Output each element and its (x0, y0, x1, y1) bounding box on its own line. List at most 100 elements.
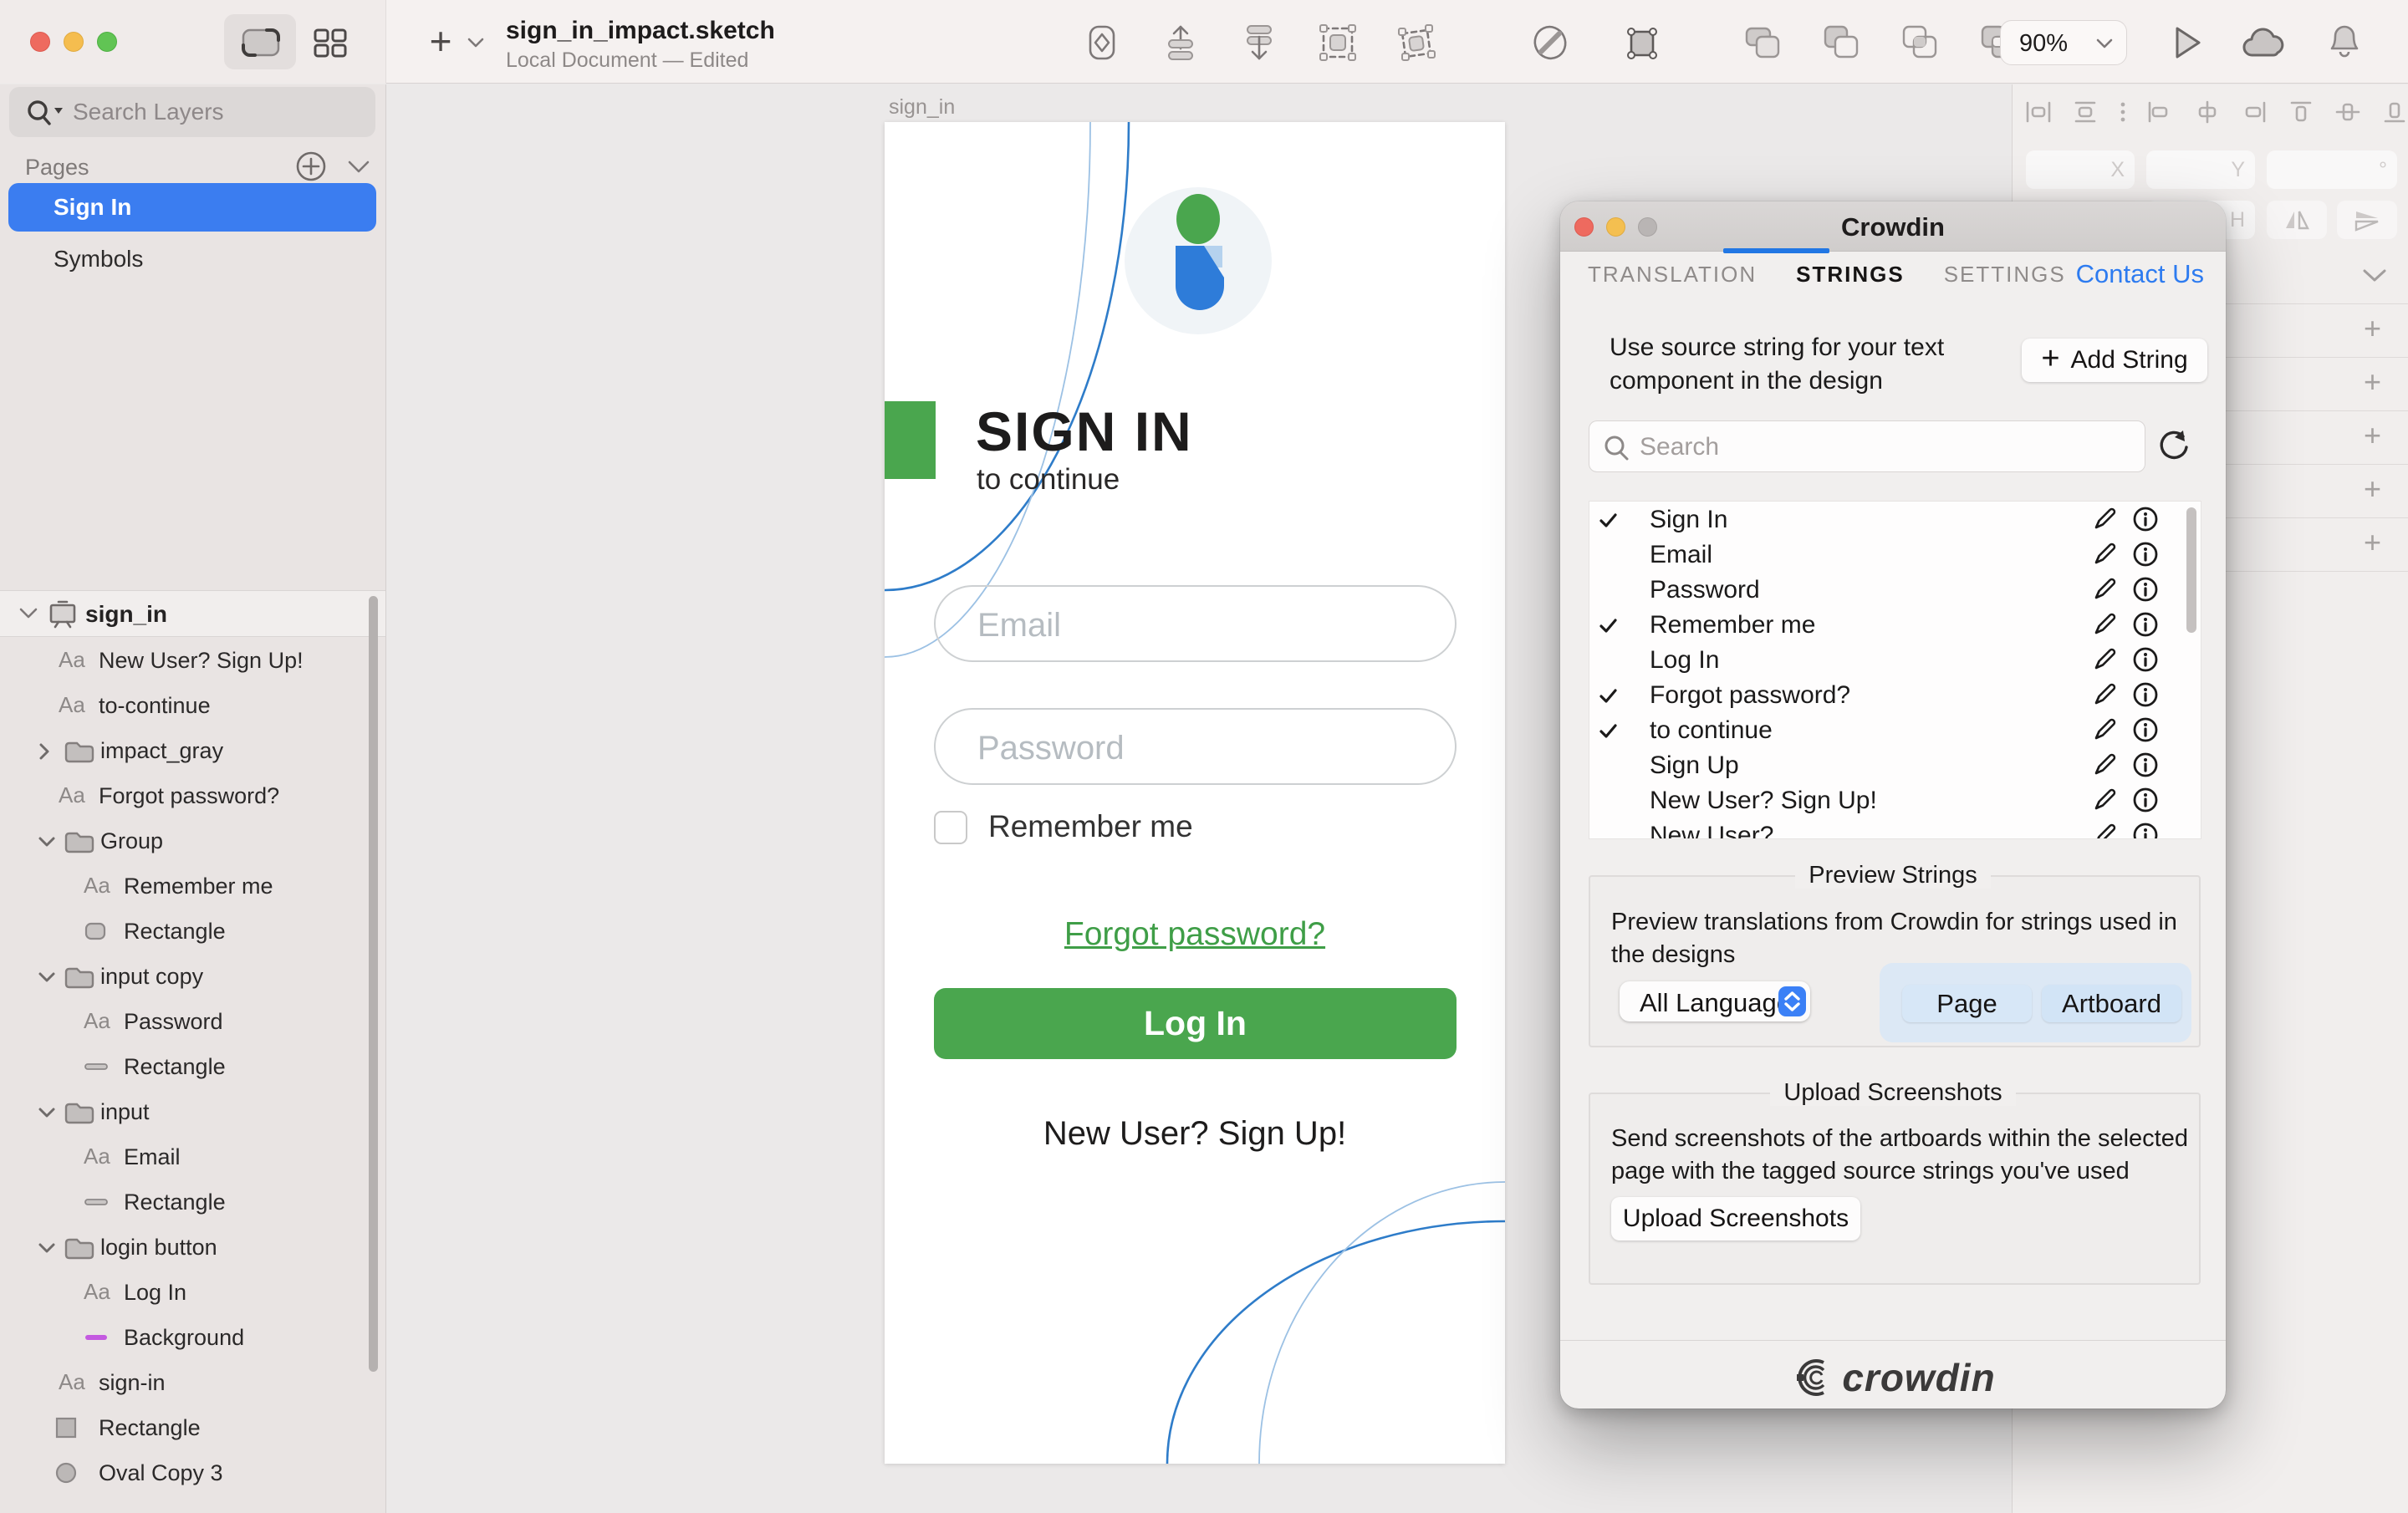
log-in-button[interactable]: Log In (934, 988, 1457, 1059)
string-row-email[interactable]: Email (1589, 537, 2201, 572)
edit-string-icon[interactable] (2091, 786, 2120, 814)
string-row-forgot-password-[interactable]: Forgot password? (1589, 677, 2201, 712)
string-row-new-user-[interactable]: New User? (1589, 818, 2201, 839)
sidebar-page-sign-in[interactable]: Sign In (8, 183, 376, 232)
layer-tree-artboard-row[interactable]: sign_in (0, 590, 385, 637)
create-symbol-button[interactable] (1083, 23, 1121, 62)
sign-in-artboard[interactable]: SIGN IN to continue Email Password Remem… (885, 122, 1505, 1464)
ungroup-button[interactable] (1397, 23, 1436, 62)
preview-play-button[interactable] (2171, 23, 2204, 62)
add-shadow-button[interactable]: + (2364, 477, 2389, 502)
chevron-down-icon[interactable] (37, 1106, 57, 1121)
add-border-button[interactable]: + (2364, 424, 2389, 449)
contact-us-link[interactable]: Contact Us (2076, 259, 2204, 289)
string-info-icon[interactable] (2131, 751, 2160, 779)
edit-string-icon[interactable] (2091, 751, 2120, 779)
chevron-down-icon[interactable] (37, 970, 57, 986)
remember-me-checkbox[interactable] (934, 811, 967, 844)
password-field[interactable]: Password (934, 708, 1457, 785)
string-row-sign-up[interactable]: Sign Up (1589, 747, 2201, 782)
group-button[interactable] (1319, 23, 1357, 62)
string-info-icon[interactable] (2131, 645, 2160, 674)
sidebar-page-symbols[interactable]: Symbols (8, 235, 376, 283)
components-view-icon[interactable] (313, 28, 348, 58)
add-style-button[interactable]: + (2364, 317, 2389, 342)
string-info-icon[interactable] (2131, 786, 2160, 814)
string-info-icon[interactable] (2131, 680, 2160, 709)
forgot-password-link[interactable]: Forgot password? (885, 916, 1505, 953)
string-row-password[interactable]: Password (1589, 572, 2201, 607)
tab-settings[interactable]: SETTINGS (1944, 262, 2066, 288)
layer-row-rectangle[interactable]: Rectangle (0, 1179, 385, 1225)
layer-row-forgot-password-[interactable]: AaForgot password? (0, 773, 385, 818)
send-backward-button[interactable] (1240, 23, 1278, 62)
strings-search-input[interactable]: Search (1589, 420, 2145, 472)
align-right-icon[interactable] (2240, 99, 2268, 125)
preview-page-button[interactable]: Page (1902, 985, 2032, 1022)
layer-row-log-in[interactable]: AaLog In (0, 1270, 385, 1315)
tab-strings[interactable]: STRINGS (1796, 262, 1905, 288)
language-select[interactable]: All Languages (1620, 981, 1810, 1021)
layer-row-remember-me[interactable]: AaRemember me (0, 863, 385, 909)
edit-shape-button[interactable] (1531, 23, 1569, 62)
boolean-intersect-button[interactable] (1900, 23, 1939, 62)
layer-row-new-user-sign-up-[interactable]: AaNew User? Sign Up! (0, 638, 385, 683)
preview-artboard-button[interactable]: Artboard (2042, 985, 2181, 1022)
y-position-field[interactable]: Y (2146, 150, 2255, 189)
add-string-button[interactable]: + Add String (2022, 339, 2207, 382)
string-info-icon[interactable] (2131, 505, 2160, 533)
layer-row-login-button[interactable]: login button (0, 1225, 385, 1270)
layer-row-group[interactable]: Group (0, 818, 385, 863)
layer-row-password[interactable]: AaPassword (0, 999, 385, 1044)
notifications-bell-button[interactable] (2326, 23, 2363, 63)
strings-list-scrollbar[interactable] (2186, 507, 2196, 633)
boolean-union-button[interactable] (1743, 23, 1782, 62)
artboard-title-label[interactable]: sign_in (889, 95, 955, 120)
distribute-horizontally-icon[interactable] (2024, 99, 2053, 125)
add-fill-button[interactable]: + (2364, 370, 2389, 395)
edit-string-icon[interactable] (2091, 645, 2120, 674)
zoom-level-select[interactable]: 90% (2000, 20, 2127, 65)
minimize-window-button[interactable] (64, 32, 84, 52)
boolean-subtract-button[interactable] (1822, 23, 1860, 62)
section-collapse-chevron-icon[interactable] (2360, 267, 2390, 285)
string-row-log-in[interactable]: Log In (1589, 642, 2201, 677)
search-layers-input[interactable]: Search Layers (9, 87, 375, 137)
edit-string-icon[interactable] (2091, 610, 2120, 639)
string-info-icon[interactable] (2131, 575, 2160, 604)
align-middle-vertical-icon[interactable] (2334, 99, 2362, 125)
layer-row-to-continue[interactable]: Aato-continue (0, 683, 385, 728)
edit-string-icon[interactable] (2091, 680, 2120, 709)
string-row-remember-me[interactable]: Remember me (1589, 607, 2201, 642)
chevron-down-icon[interactable] (37, 1241, 57, 1256)
layer-row-input[interactable]: input (0, 1089, 385, 1134)
crowdin-titlebar[interactable]: Crowdin (1560, 201, 2226, 252)
sign-up-link[interactable]: New User? Sign Up! (885, 1115, 1505, 1153)
align-top-icon[interactable] (2287, 99, 2315, 125)
distribute-vertically-icon[interactable] (2071, 99, 2099, 125)
layer-row-email[interactable]: AaEmail (0, 1134, 385, 1179)
align-bottom-icon[interactable] (2380, 99, 2408, 125)
layer-row-sign-in[interactable]: Aasign-in (0, 1360, 385, 1405)
flip-horizontal-button[interactable] (2267, 201, 2327, 239)
align-left-icon[interactable] (2146, 99, 2175, 125)
more-options-icon[interactable] (2118, 99, 2128, 125)
email-field[interactable]: Email (934, 585, 1457, 662)
cloud-share-button[interactable] (2241, 23, 2289, 62)
edit-string-icon[interactable] (2091, 540, 2120, 568)
add-blur-button[interactable]: + (2364, 531, 2389, 556)
insert-button[interactable]: + (422, 23, 459, 60)
layer-row-background[interactable]: Background (0, 1315, 385, 1360)
rotation-field[interactable]: ° (2267, 150, 2397, 189)
layer-row-impact-gray[interactable]: impact_gray (0, 728, 385, 773)
layer-row-rectangle[interactable]: Rectangle (0, 1405, 385, 1450)
string-info-icon[interactable] (2131, 716, 2160, 744)
chevron-down-icon[interactable] (37, 835, 57, 850)
upload-screenshots-button[interactable]: Upload Screenshots (1611, 1197, 1860, 1240)
string-row-sign-in[interactable]: Sign In (1589, 502, 2201, 537)
pages-collapse-chevron-icon[interactable] (344, 158, 373, 176)
sidebar-scrollbar[interactable] (369, 596, 378, 1372)
layer-row-rectangle[interactable]: Rectangle (0, 909, 385, 954)
string-info-icon[interactable] (2131, 821, 2160, 839)
bring-forward-button[interactable] (1161, 23, 1200, 62)
